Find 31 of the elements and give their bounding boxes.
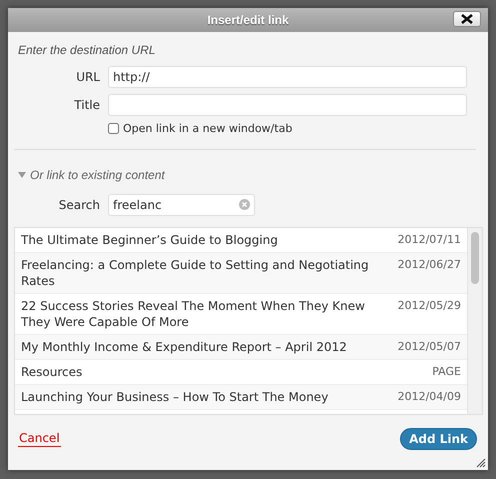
section-toggle[interactable]: Or link to existing content: [30, 168, 165, 182]
result-title[interactable]: My Monthly Income & Expenditure Report – April 2012: [21, 339, 347, 355]
result-date: PAGE: [432, 364, 461, 380]
triangle-down-icon[interactable]: [18, 171, 26, 179]
add-link-button[interactable]: Add Link: [400, 428, 477, 450]
result-date: 2012/04/09: [398, 389, 461, 405]
result-title[interactable]: Freelancing: a Complete Guide to Setting and Negotiating Rates: [21, 257, 388, 289]
field-label: Search: [58, 198, 100, 212]
scrollbar-thumb[interactable]: [471, 232, 479, 284]
result-title[interactable]: Resources: [21, 364, 82, 380]
section-heading: Enter the destination URL: [18, 43, 156, 57]
field-label: Title: [73, 98, 100, 112]
clear-icon[interactable]: [239, 199, 250, 210]
checkbox[interactable]: [108, 123, 119, 134]
result-title[interactable]: 22 Success Stories Reveal The Moment When They Knew They Were Capable Of More: [21, 298, 388, 330]
input-field[interactable]: http://: [108, 66, 467, 88]
close-button[interactable]: [453, 11, 481, 27]
window-title: Insert/edit link: [207, 12, 289, 26]
close-icon: [460, 14, 474, 24]
result-date: 2012/05/07: [398, 339, 461, 355]
search-field[interactable]: freelanc: [108, 194, 255, 216]
result-date: 2012/06/27: [398, 257, 461, 273]
cancel-link[interactable]: Cancel: [18, 431, 61, 447]
field-label: URL: [75, 70, 100, 84]
result-title[interactable]: Launching Your Business – How To Start The Money: [21, 389, 328, 405]
checkbox-label: Open link in a new window/tab: [123, 122, 292, 135]
result-title[interactable]: The Ultimate Beginner’s Guide to Blogging: [21, 232, 278, 248]
input-field[interactable]: [108, 94, 467, 116]
result-date: 2012/05/29: [398, 298, 461, 314]
result-date: 2012/07/11: [398, 232, 461, 248]
resize-grip-icon[interactable]: [476, 458, 486, 468]
